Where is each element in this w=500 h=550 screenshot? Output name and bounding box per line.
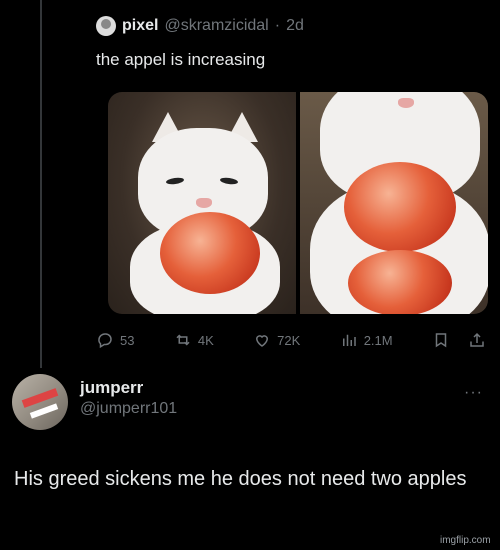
quoted-timestamp[interactable]: 2d: [286, 17, 304, 35]
reply-text: His greed sickens me he does not need tw…: [14, 468, 467, 490]
cat-nose: [196, 198, 212, 208]
like-button[interactable]: 72K: [253, 331, 300, 349]
like-count: 72K: [277, 332, 301, 348]
media-gallery[interactable]: [108, 92, 488, 314]
view-count: 2.1M: [363, 332, 393, 348]
reply-count: 53: [120, 332, 135, 348]
quoted-author-avatar[interactable]: [96, 16, 116, 36]
watermark: imgflip.com: [440, 535, 491, 546]
share-icon[interactable]: [468, 331, 486, 349]
reply-button[interactable]: 53: [96, 331, 134, 349]
tweet-actions: 53 4K 72K 2.1M: [96, 328, 486, 352]
retweet-count: 4K: [197, 332, 214, 348]
more-options-icon[interactable]: ···: [464, 384, 483, 402]
heart-icon: [256, 335, 269, 347]
views-button[interactable]: 2.1M: [340, 331, 393, 349]
quoted-tweet-text: the appel is increasing: [96, 50, 266, 69]
retweet-icon: [176, 334, 190, 346]
apple: [160, 212, 260, 294]
apple-bottom: [348, 250, 452, 314]
apple-top: [344, 162, 456, 252]
reply-author-handle[interactable]: @jumperr101: [80, 400, 177, 418]
separator-dot: ·: [274, 17, 281, 34]
photo-cat-one-apple[interactable]: [108, 92, 296, 314]
quoted-tweet[interactable]: pixel @skramzicidal · 2d the appel is in…: [80, 6, 500, 366]
reply-author-avatar[interactable]: [12, 374, 68, 430]
secondary-actions: [432, 331, 486, 349]
bar-chart-icon: [342, 334, 356, 346]
reply-author-name[interactable]: jumperr: [80, 378, 143, 398]
quoted-tweet-header: pixel @skramzicidal · 2d: [96, 16, 304, 36]
cat-nose: [398, 98, 414, 108]
quoted-author-name[interactable]: pixel: [122, 17, 158, 35]
thread-line: [40, 0, 42, 368]
photo-cat-two-apples[interactable]: [300, 92, 488, 314]
retweet-button[interactable]: 4K: [174, 331, 214, 349]
avatar-detail: [29, 403, 59, 419]
quoted-author-handle[interactable]: @skramzicidal: [164, 17, 268, 35]
comment-bubble-icon: [98, 333, 112, 349]
bookmark-icon[interactable]: [432, 331, 450, 349]
